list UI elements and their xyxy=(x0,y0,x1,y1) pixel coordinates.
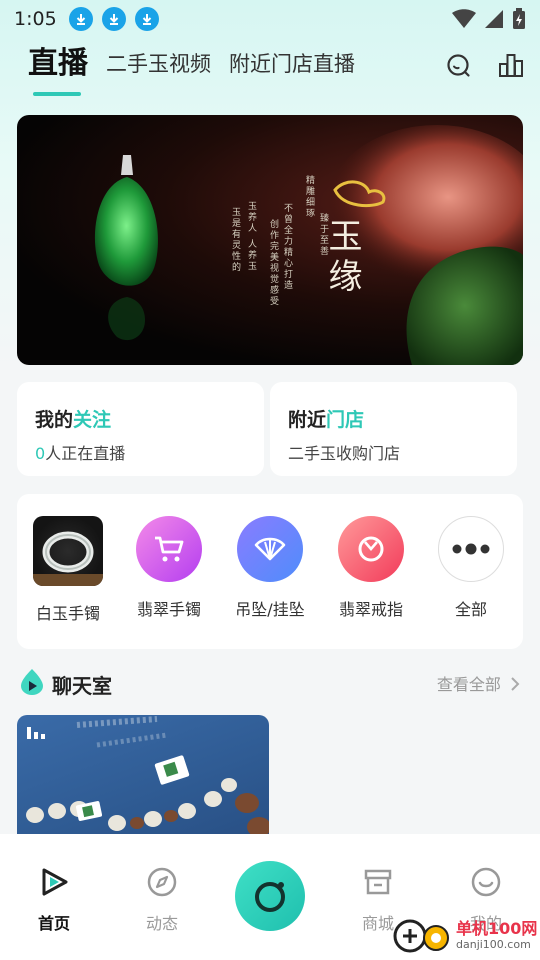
tab-label: 直播 xyxy=(28,46,88,81)
play-icon xyxy=(42,868,68,896)
chat-room-title: 聊天室 xyxy=(52,674,112,698)
live-count: 0 xyxy=(35,444,46,463)
category-label: 翡翠戒指 xyxy=(338,600,403,619)
battery-icon xyxy=(513,8,525,29)
chat-room-thumbnail[interactable] xyxy=(17,715,269,840)
ranking-icon[interactable] xyxy=(498,52,524,78)
my-follow-card[interactable]: 我的关注 0人正在直播 xyxy=(17,382,264,476)
nav-label: 首页 xyxy=(37,914,70,933)
header-tabs: 直播 二手玉视频 附近门店直播 xyxy=(28,44,373,96)
wifi-icon xyxy=(452,9,476,28)
tab-active-indicator xyxy=(33,92,81,96)
banner-text-line: 不曾全力精心打造 xyxy=(282,203,292,291)
card-title: 我的关注 xyxy=(35,405,246,432)
nearby-store-card[interactable]: 附近门店 二手玉收购门店 xyxy=(270,382,517,476)
card-subtitle: 二手玉收购门店 xyxy=(288,444,401,463)
camera-button[interactable] xyxy=(235,861,305,931)
banner-text-line: 玉是有灵性的 xyxy=(230,207,240,273)
nav-home[interactable]: 首页 xyxy=(19,866,89,934)
chat-room-icon xyxy=(21,669,43,695)
status-time: 1:05 xyxy=(14,8,57,30)
download-icon xyxy=(134,7,159,31)
card-title-prefix: 附近 xyxy=(288,409,327,431)
bracelet-photo-icon xyxy=(33,516,103,586)
download-icon xyxy=(101,7,126,31)
category-pendant[interactable]: 吊坠/挂坠 xyxy=(220,516,320,620)
nav-label: 动态 xyxy=(145,914,178,933)
banner-title: 玉缘 xyxy=(322,218,362,298)
nav-feed[interactable]: 动态 xyxy=(127,866,197,934)
card-title-highlight: 关注 xyxy=(73,409,112,431)
category-label: 全部 xyxy=(454,600,487,619)
watermark-logo: 单机100网 danji100.com xyxy=(392,912,540,960)
promo-banner[interactable]: 精雕细琢 臻于至善 不曾全力精心打造 创作完美视觉感受 玉养人 人养玉 玉是有灵… xyxy=(17,115,523,365)
card-title-prefix: 我的 xyxy=(35,409,74,431)
status-indicators xyxy=(452,8,526,30)
category-label: 翡翠手镯 xyxy=(136,600,201,619)
fan-icon xyxy=(237,516,303,582)
card-subtitle-text: 人正在直播 xyxy=(45,444,126,463)
tab-secondhand-jade-video[interactable]: 二手玉视频 xyxy=(106,44,211,84)
smile-icon xyxy=(471,867,501,897)
see-all-label: 查看全部 xyxy=(436,675,501,694)
category-all[interactable]: 全部 xyxy=(421,516,521,620)
camera-icon xyxy=(255,882,285,912)
search-icon[interactable] xyxy=(445,52,471,78)
cart-icon xyxy=(136,516,202,582)
watermark-text: 单机100网 xyxy=(456,919,538,938)
category-jadeite-bracelet[interactable]: 翡翠手镯 xyxy=(119,516,219,620)
category-card: 白玉手镯 翡翠手镯 吊坠/挂坠 翡翠戒指 全部 xyxy=(17,494,523,649)
beads-photo xyxy=(26,716,269,837)
store-icon xyxy=(364,869,392,895)
signal-icon xyxy=(485,10,503,28)
banner-text-line: 创作完美视觉感受 xyxy=(268,219,278,307)
category-label: 白玉手镯 xyxy=(35,604,100,623)
status-bar: 1:05 xyxy=(0,0,540,38)
banner-text-line: 玉养人 人养玉 xyxy=(246,201,256,272)
category-label: 吊坠/挂坠 xyxy=(235,600,305,619)
download-icon xyxy=(68,7,93,31)
see-all-link[interactable]: 查看全部 xyxy=(437,671,520,695)
tab-nearby-store-live[interactable]: 附近门店直播 xyxy=(229,44,355,84)
chevron-right-icon xyxy=(511,677,520,691)
category-white-jade-bracelet[interactable]: 白玉手镯 xyxy=(18,516,118,624)
compass-icon xyxy=(147,867,177,897)
card-subtitle: 0人正在直播 xyxy=(35,440,246,464)
card-title-highlight: 门店 xyxy=(326,409,365,431)
more-icon xyxy=(438,516,504,582)
watermark-icon xyxy=(393,919,449,953)
watermark-url: danji100.com xyxy=(456,938,531,951)
category-jadeite-ring[interactable]: 翡翠戒指 xyxy=(321,516,421,620)
ring-icon xyxy=(338,516,404,582)
card-title: 附近门店 xyxy=(288,405,499,432)
banner-text-line: 精雕细琢 xyxy=(304,175,314,219)
tab-live[interactable]: 直播 xyxy=(28,44,88,96)
